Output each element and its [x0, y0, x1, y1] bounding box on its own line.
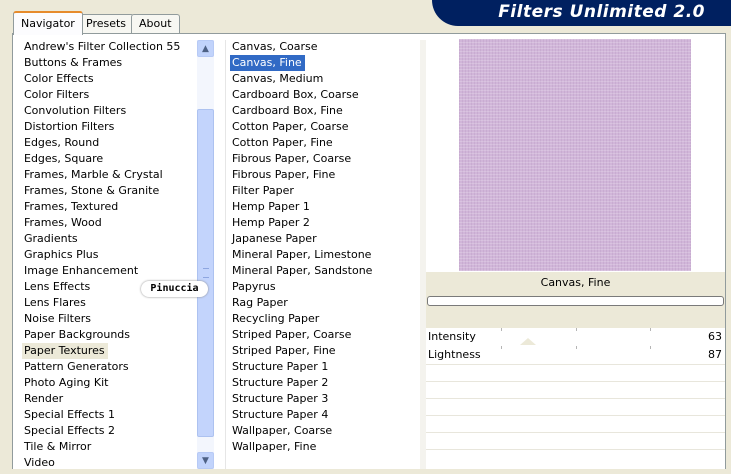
chevron-up-icon: ▲ [202, 43, 209, 54]
category-item[interactable]: Noise Filters [22, 311, 180, 327]
filter-item[interactable]: Mineral Paper, Limestone [230, 247, 372, 263]
category-scrollbar[interactable]: ▲ ▼ [197, 40, 214, 469]
category-item[interactable]: Photo Aging Kit [22, 375, 180, 391]
progress-bar [427, 296, 724, 306]
filter-item[interactable]: Japanese Paper [230, 231, 372, 247]
category-item[interactable]: Color Filters [22, 87, 180, 103]
slider-ticks [426, 346, 725, 349]
slider-tick [500, 328, 502, 331]
preview-image [459, 39, 691, 271]
slider-ticks [426, 328, 725, 331]
filter-item[interactable]: Structure Paper 3 [230, 391, 372, 407]
tab-presets[interactable]: Presets [78, 14, 135, 33]
category-item[interactable]: Frames, Stone & Granite [22, 183, 180, 199]
empty-slider-row [426, 381, 725, 398]
filter-item[interactable]: Fibrous Paper, Coarse [230, 151, 372, 167]
filter-item[interactable]: Papyrus [230, 279, 372, 295]
category-item[interactable]: Lens Flares [22, 295, 180, 311]
filter-item[interactable]: Filter Paper [230, 183, 372, 199]
category-item[interactable]: Render [22, 391, 180, 407]
empty-slider-row [426, 432, 725, 449]
slider-lightness[interactable]: Lightness 87 [426, 338, 725, 364]
category-item[interactable]: Special Effects 2 [22, 423, 180, 439]
empty-slider-row [426, 398, 725, 415]
empty-slider-row [426, 415, 725, 432]
window-edge [726, 26, 731, 474]
filter-item[interactable]: Structure Paper 4 [230, 407, 372, 423]
slider-tick [575, 328, 577, 331]
column-divider [225, 40, 226, 469]
slider-label: Lightness [428, 348, 481, 361]
tab-about[interactable]: About [131, 14, 180, 33]
category-item[interactable]: Frames, Marble & Crystal [22, 167, 180, 183]
filter-item[interactable]: Structure Paper 2 [230, 375, 372, 391]
category-item[interactable]: Paper Textures [22, 343, 108, 359]
filter-item[interactable]: Canvas, Fine [230, 55, 305, 71]
slider-tick [650, 328, 652, 331]
scroll-up-button[interactable]: ▲ [197, 40, 214, 57]
slider-label: Intensity [428, 330, 476, 343]
slider-tick [500, 346, 502, 349]
slider-tick [650, 346, 652, 349]
category-item[interactable]: Convolution Filters [22, 103, 180, 119]
filter-item[interactable]: Cardboard Box, Coarse [230, 87, 372, 103]
filter-item[interactable]: Canvas, Coarse [230, 39, 372, 55]
filter-item[interactable]: Striped Paper, Fine [230, 343, 372, 359]
slider-intensity[interactable]: Intensity 63 [426, 320, 725, 346]
category-item[interactable]: Pattern Generators [22, 359, 180, 375]
filter-item[interactable]: Recycling Paper [230, 311, 372, 327]
empty-slider-row [426, 449, 725, 466]
app-title: Filters Unlimited 2.0 [498, 2, 705, 22]
filter-item[interactable]: Hemp Paper 2 [230, 215, 372, 231]
filter-item[interactable]: Wallpaper, Coarse [230, 423, 372, 439]
slider-value: 63 [708, 330, 722, 343]
slider-tick [575, 346, 577, 349]
slider-thumb[interactable] [492, 320, 509, 327]
watermark-badge: Pinuccia [141, 281, 208, 297]
category-item[interactable]: Edges, Square [22, 151, 180, 167]
category-item[interactable]: Image Enhancement [22, 263, 180, 279]
filter-item[interactable]: Mineral Paper, Sandstone [230, 263, 372, 279]
category-item[interactable]: Special Effects 1 [22, 407, 180, 423]
chevron-down-icon: ▼ [202, 455, 209, 466]
grip-icon [203, 268, 209, 278]
filter-item[interactable]: Hemp Paper 1 [230, 199, 372, 215]
filter-item[interactable]: Cotton Paper, Coarse [230, 119, 372, 135]
category-item[interactable]: Color Effects [22, 71, 180, 87]
filter-item[interactable]: Canvas, Medium [230, 71, 372, 87]
category-list[interactable]: Andrew's Filter Collection 55 Buttons & F… [22, 39, 180, 471]
category-item[interactable]: Graphics Plus [22, 247, 180, 263]
category-item[interactable]: Distortion Filters [22, 119, 180, 135]
slider-thumb[interactable] [519, 338, 536, 345]
title-banner: Filters Unlimited 2.0 [432, 0, 731, 26]
filter-item[interactable]: Structure Paper 1 [230, 359, 372, 375]
filter-item[interactable]: Striped Paper, Coarse [230, 327, 372, 343]
filter-item[interactable]: Wallpaper, Fine [230, 439, 372, 455]
window-bottom [12, 469, 726, 474]
preview-caption: Canvas, Fine [426, 272, 725, 294]
category-item[interactable]: Paper Backgrounds [22, 327, 180, 343]
tab-navigator[interactable]: Navigator [13, 11, 83, 35]
filter-list[interactable]: Canvas, Coarse Canvas, Fine Canvas, Medium… [230, 39, 372, 455]
scroll-down-button[interactable]: ▼ [197, 452, 214, 469]
scrollbar-thumb[interactable] [197, 109, 214, 437]
filter-item[interactable]: Fibrous Paper, Fine [230, 167, 372, 183]
category-item[interactable]: Gradients [22, 231, 180, 247]
category-item[interactable]: Frames, Wood [22, 215, 180, 231]
filter-item[interactable]: Rag Paper [230, 295, 372, 311]
filter-item[interactable]: Cotton Paper, Fine [230, 135, 372, 151]
category-item[interactable]: Buttons & Frames [22, 55, 180, 71]
category-item[interactable]: Frames, Textured [22, 199, 180, 215]
category-item[interactable]: Tile & Mirror [22, 439, 180, 455]
empty-slider-row [426, 364, 725, 381]
category-item[interactable]: Andrew's Filter Collection 55 [22, 39, 180, 55]
filter-item[interactable]: Cardboard Box, Fine [230, 103, 372, 119]
slider-value: 87 [708, 348, 722, 361]
category-item[interactable]: Edges, Round [22, 135, 180, 151]
